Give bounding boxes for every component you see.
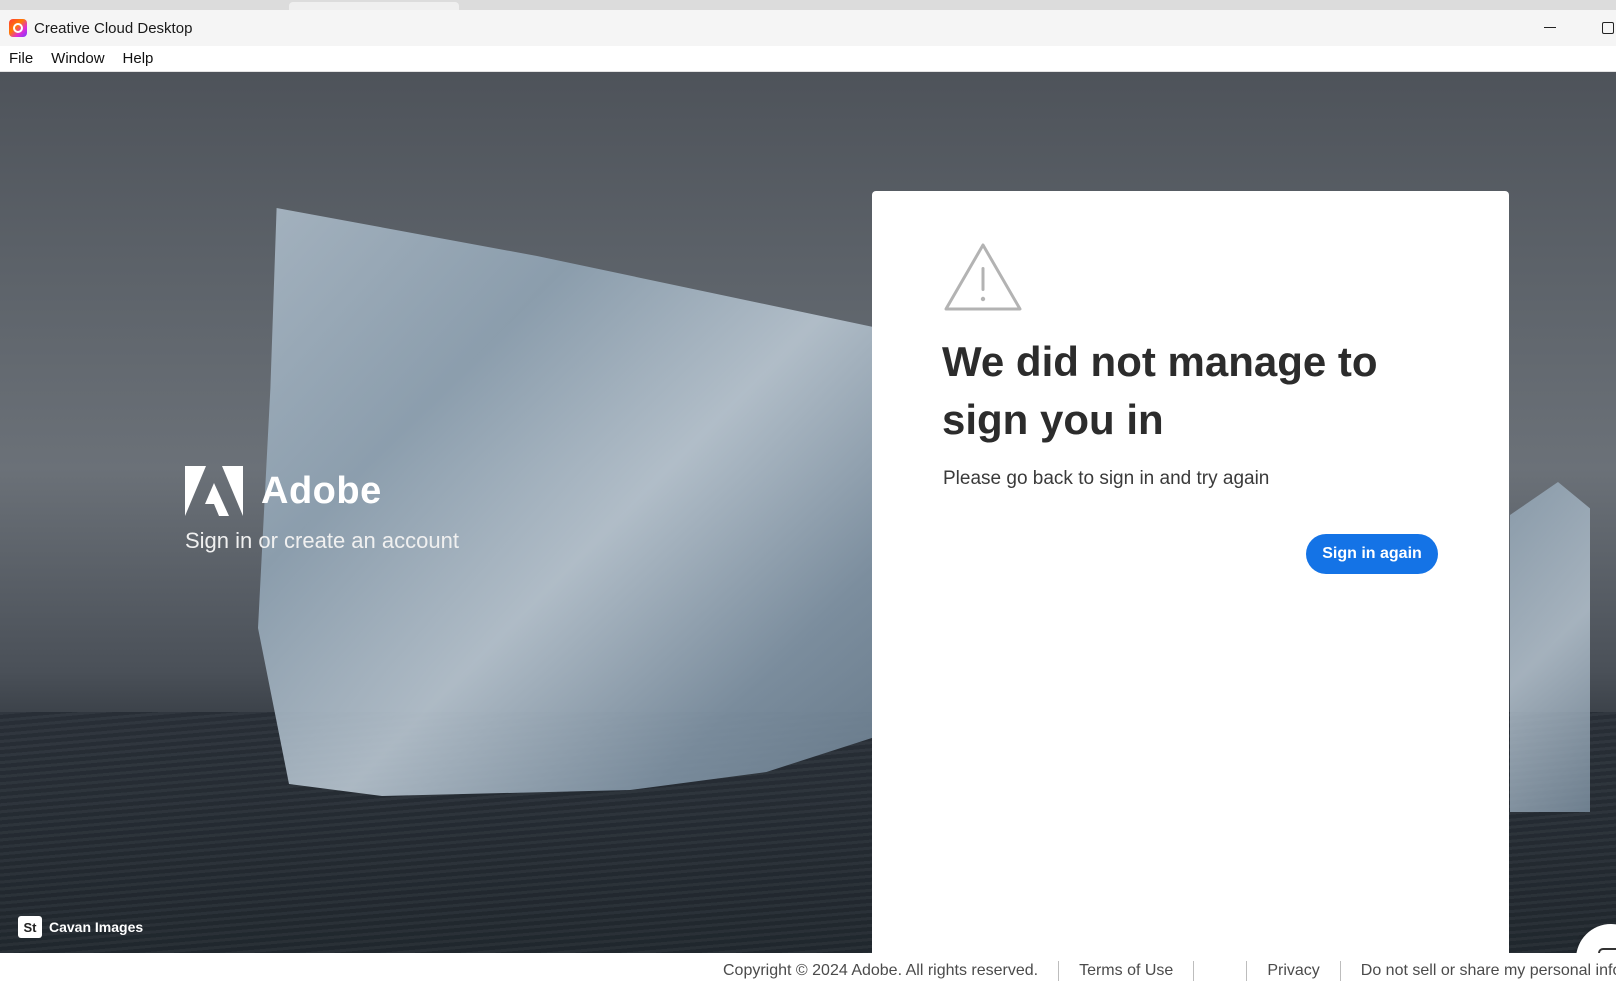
copyright-text: Copyright © 2024 Adobe. All rights reser…	[723, 962, 1039, 979]
creative-cloud-app-icon	[9, 19, 27, 37]
photo-credit-text: Cavan Images	[49, 919, 144, 935]
sign-in-again-button[interactable]: Sign in again	[1306, 534, 1438, 574]
adobe-brand: Adobe Sign in or create an account	[185, 466, 459, 554]
maximize-icon[interactable]	[1602, 22, 1614, 34]
footer: Copyright © 2024 Adobe. All rights reser…	[0, 953, 1616, 988]
window-tab[interactable]	[289, 2, 459, 10]
do-not-sell-link[interactable]: Do not sell or share my personal inform	[1361, 962, 1616, 980]
title-bar: Creative Cloud Desktop	[0, 10, 1616, 46]
error-description: Please go back to sign in and try again	[943, 468, 1270, 489]
brand-name: Adobe	[261, 469, 382, 512]
window-top-strip	[0, 0, 1616, 10]
menu-file[interactable]: File	[0, 50, 42, 67]
photo-credit[interactable]: St Cavan Images	[18, 916, 143, 938]
footer-divider	[1193, 961, 1195, 981]
error-heading: We did not manage to sign you in	[942, 338, 1378, 443]
privacy-link[interactable]: Privacy	[1267, 962, 1319, 980]
terms-of-use-link[interactable]: Terms of Use	[1079, 962, 1173, 980]
warning-icon	[944, 243, 1022, 311]
window-title: Creative Cloud Desktop	[34, 19, 193, 37]
footer-divider	[1058, 961, 1060, 981]
iceberg-right-image	[1510, 482, 1590, 812]
background-photo: Adobe Sign in or create an account St Ca…	[0, 72, 1616, 953]
footer-divider	[1339, 961, 1341, 981]
menu-bar: File Window Help	[0, 46, 1616, 72]
brand-tagline: Sign in or create an account	[185, 528, 459, 553]
menu-help[interactable]: Help	[114, 50, 163, 67]
footer-divider	[1246, 961, 1248, 981]
stock-badge-icon: St	[18, 916, 42, 938]
adobe-logo-icon	[185, 466, 243, 516]
menu-window[interactable]: Window	[42, 50, 113, 67]
minimize-icon[interactable]	[1544, 20, 1558, 34]
sign-in-error-card: We did not manage to sign you in Please …	[872, 191, 1509, 953]
